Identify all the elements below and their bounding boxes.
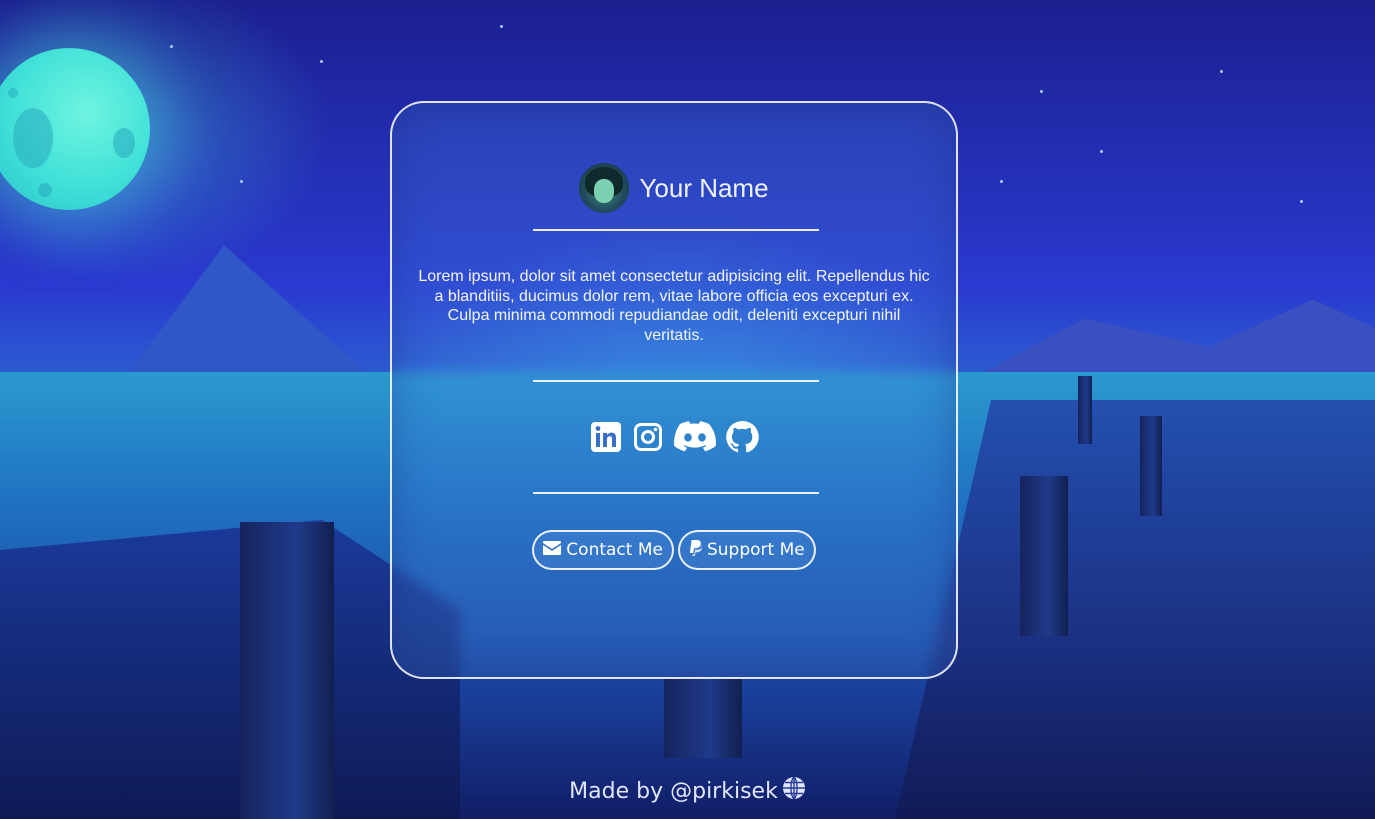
divider xyxy=(533,492,819,494)
dock-post xyxy=(1078,376,1092,444)
instagram-icon[interactable] xyxy=(631,420,665,454)
star xyxy=(1000,180,1003,183)
github-icon[interactable] xyxy=(725,420,759,454)
envelope-icon xyxy=(543,540,562,560)
star xyxy=(500,25,503,28)
divider xyxy=(533,380,819,382)
profile-name: Your Name xyxy=(639,172,769,203)
divider xyxy=(533,229,819,231)
profile-card: Your Name Lorem ipsum, dolor sit amet co… xyxy=(390,101,958,679)
dock-post xyxy=(664,678,742,758)
globe-icon[interactable] xyxy=(782,776,806,806)
star xyxy=(1300,200,1303,203)
discord-icon[interactable] xyxy=(673,420,717,454)
profile-bio: Lorem ipsum, dolor sit amet consectetur … xyxy=(418,268,930,344)
dock-post xyxy=(240,522,334,819)
social-links xyxy=(392,417,956,457)
footer: Made by @pirkisek xyxy=(0,776,1375,806)
contact-button-label: Contact Me xyxy=(566,540,663,560)
star xyxy=(1220,70,1223,73)
dock-post xyxy=(1020,476,1068,636)
star xyxy=(1040,90,1043,93)
star xyxy=(240,180,243,183)
contact-button[interactable]: Contact Me xyxy=(532,530,674,570)
avatar xyxy=(579,163,630,213)
linkedin-icon[interactable] xyxy=(589,420,623,454)
dock-post xyxy=(1140,416,1162,516)
star xyxy=(320,60,323,63)
profile-header: Your Name xyxy=(392,161,956,215)
footer-credit-link[interactable]: Made by @pirkisek xyxy=(569,779,778,804)
star xyxy=(170,45,173,48)
support-button-label: Support Me xyxy=(706,540,805,560)
star xyxy=(1100,150,1103,153)
paypal-icon xyxy=(689,539,703,561)
action-buttons: Contact Me Support Me xyxy=(392,530,956,570)
support-button[interactable]: Support Me xyxy=(677,530,816,570)
